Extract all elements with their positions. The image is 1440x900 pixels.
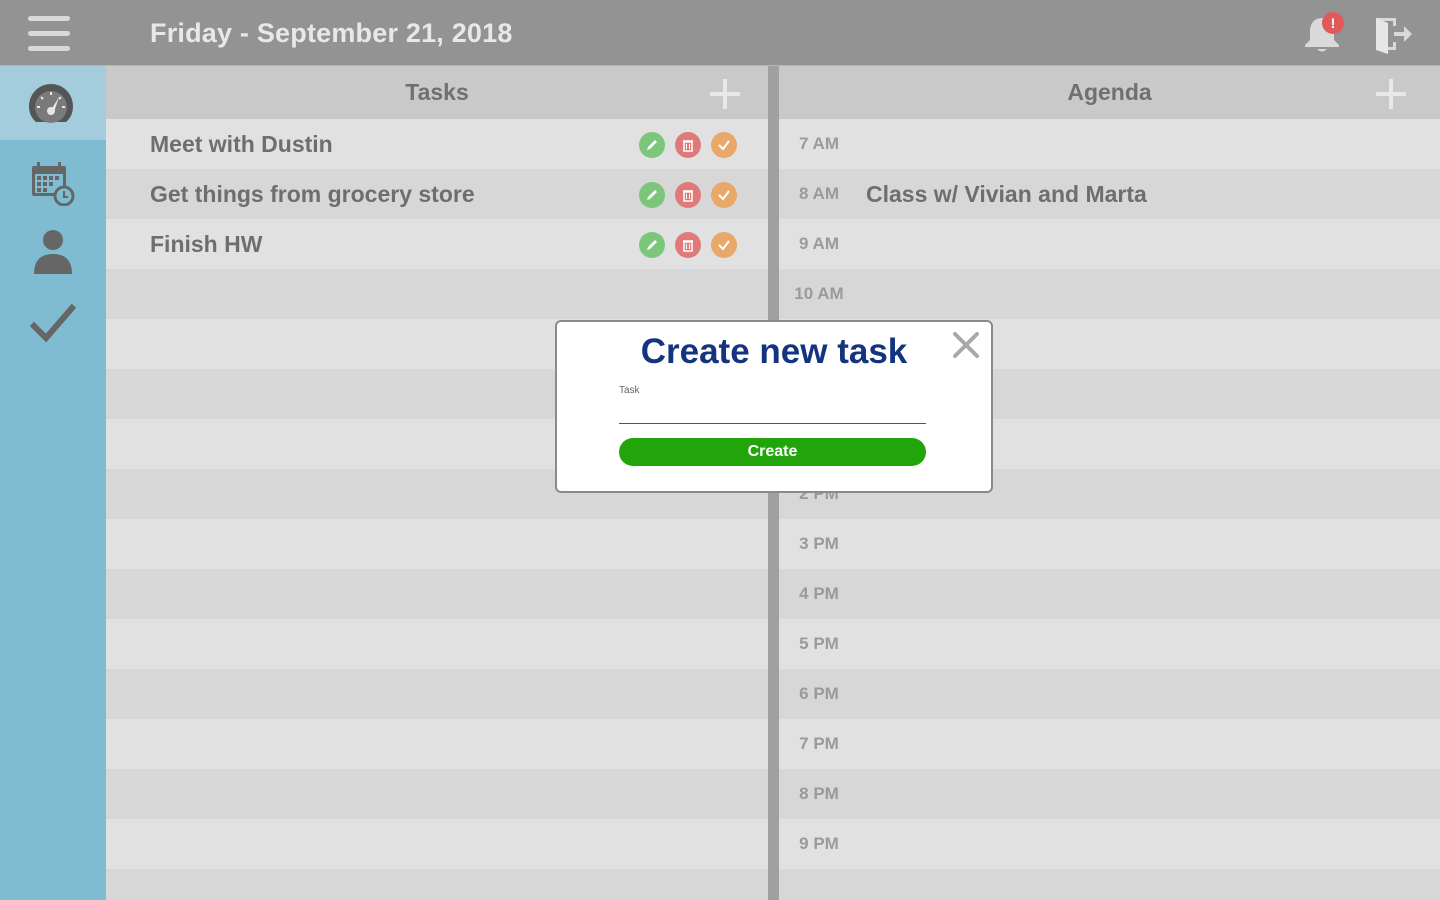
task-label: Finish HW: [150, 231, 263, 257]
event-label: Class w/ Vivian and Marta: [866, 181, 1147, 207]
speedometer-dashboard-icon: [29, 84, 73, 123]
tasks-header: Tasks: [106, 66, 768, 119]
delete-trash-icon[interactable]: [675, 132, 701, 158]
edit-pencil-icon[interactable]: [639, 232, 665, 258]
agenda-slot[interactable]: [779, 869, 1440, 900]
edit-pencil-icon[interactable]: [639, 132, 665, 158]
time-label: 6 PM: [799, 684, 839, 703]
person-icon: [34, 230, 72, 274]
empty-row: [106, 769, 768, 819]
empty-row: [106, 619, 768, 669]
agenda-header: Agenda: [779, 66, 1440, 119]
calendar-clock-icon: [32, 162, 75, 206]
empty-row: [106, 869, 768, 900]
task-label: Meet with Dustin: [150, 131, 333, 157]
time-label: 4 PM: [799, 584, 839, 603]
time-label: 3 PM: [799, 534, 839, 553]
task-field-label: Task: [619, 385, 640, 396]
agenda-title: Agenda: [1067, 79, 1152, 105]
tasks-title: Tasks: [405, 79, 469, 105]
agenda-slot[interactable]: 9 AM: [779, 219, 1440, 269]
checkmark-icon: [29, 303, 76, 343]
empty-row: [106, 269, 768, 319]
sidebar-item-calendar[interactable]: [0, 146, 106, 220]
close-icon[interactable]: [951, 330, 981, 360]
delete-trash-icon[interactable]: [675, 232, 701, 258]
task-label: Get things from grocery store: [150, 181, 475, 207]
complete-check-icon[interactable]: [711, 232, 737, 258]
agenda-slot[interactable]: 8 PM: [779, 769, 1440, 819]
create-button[interactable]: Create: [619, 438, 926, 466]
task-list: Meet with Dustin Get things from grocery…: [106, 119, 768, 900]
door-exit-icon[interactable]: [1372, 14, 1414, 54]
add-event-button[interactable]: [1375, 78, 1407, 110]
complete-check-icon[interactable]: [711, 182, 737, 208]
dialog-title: Create new task: [640, 332, 908, 371]
time-label: 10 AM: [794, 284, 844, 303]
agenda-slot[interactable]: 9 PM: [779, 819, 1440, 869]
create-task-dialog: Create new task Task Create: [555, 320, 993, 493]
agenda-slot[interactable]: 5 PM: [779, 619, 1440, 669]
time-label: 8 PM: [799, 784, 839, 803]
complete-check-icon[interactable]: [711, 132, 737, 158]
edit-pencil-icon[interactable]: [639, 182, 665, 208]
agenda-slot[interactable]: 7 AM: [779, 119, 1440, 169]
task-input[interactable]: [619, 398, 926, 424]
empty-row: [106, 569, 768, 619]
top-bar: Friday - September 21, 2018 !: [0, 0, 1440, 66]
hamburger-menu-icon[interactable]: [28, 16, 72, 52]
sidebar: [0, 66, 106, 900]
empty-row: [106, 669, 768, 719]
time-label: 7 PM: [799, 734, 839, 753]
page-title: Friday - September 21, 2018: [150, 18, 513, 48]
notification-badge: !: [1322, 12, 1344, 34]
task-row[interactable]: Meet with Dustin: [106, 119, 768, 169]
agenda-slot[interactable]: 7 PM: [779, 719, 1440, 769]
time-label: 7 AM: [799, 134, 839, 153]
agenda-slot[interactable]: 3 PM: [779, 519, 1440, 569]
task-row[interactable]: Get things from grocery store: [106, 169, 768, 219]
empty-row: [106, 519, 768, 569]
agenda-list: 7 AM 8 AM Class w/ Vivian and Marta 9 AM …: [779, 119, 1440, 900]
time-label: 9 AM: [799, 234, 839, 253]
sidebar-item-dashboard[interactable]: [0, 66, 106, 140]
task-row[interactable]: Finish HW: [106, 219, 768, 269]
sidebar-item-completed[interactable]: [0, 286, 106, 360]
delete-trash-icon[interactable]: [675, 182, 701, 208]
agenda-slot[interactable]: 8 AM Class w/ Vivian and Marta: [779, 169, 1440, 219]
time-label: 8 AM: [799, 184, 839, 203]
agenda-slot[interactable]: 4 PM: [779, 569, 1440, 619]
time-label: 5 PM: [799, 634, 839, 653]
agenda-slot[interactable]: 6 PM: [779, 669, 1440, 719]
add-task-button[interactable]: [709, 78, 741, 110]
sidebar-item-profile[interactable]: [0, 214, 106, 288]
agenda-slot[interactable]: 10 AM: [779, 269, 1440, 319]
time-label: 9 PM: [799, 834, 839, 853]
empty-row: [106, 819, 768, 869]
empty-row: [106, 719, 768, 769]
